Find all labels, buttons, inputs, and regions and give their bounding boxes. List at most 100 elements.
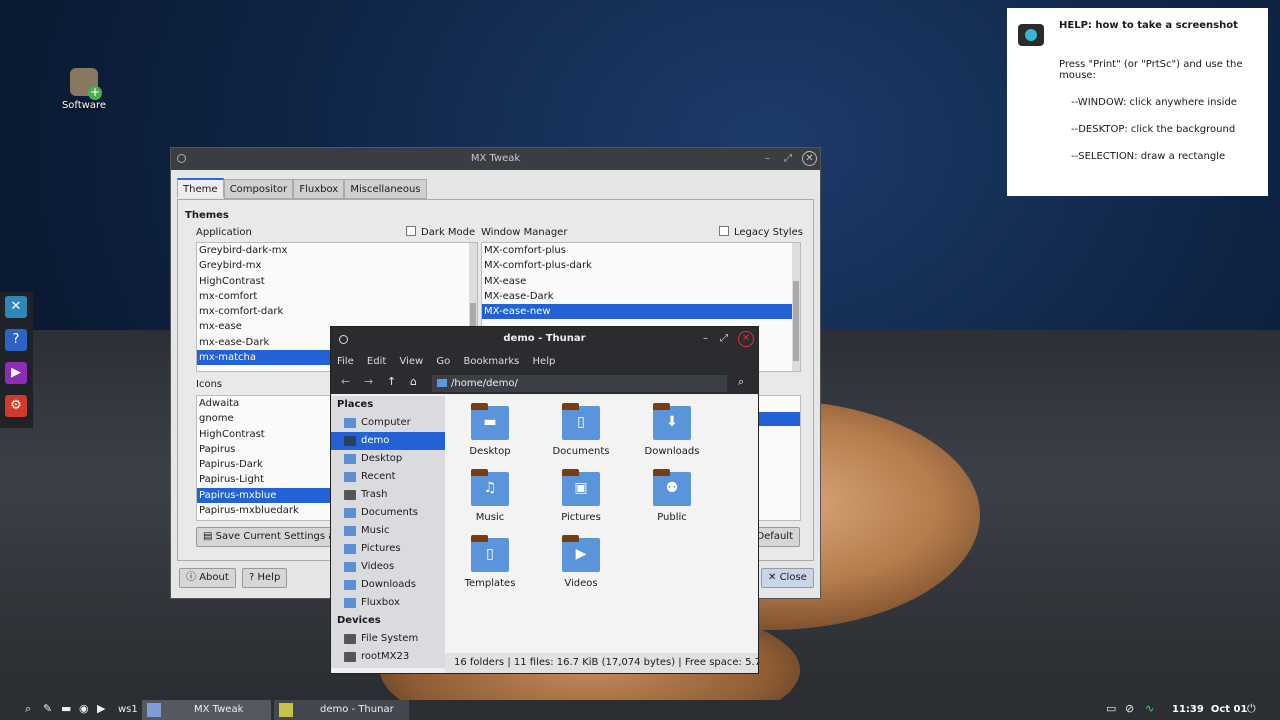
sidebar-item-rootmx23[interactable]: rootMX23	[331, 648, 445, 666]
sidebar-item-pictures[interactable]: Pictures	[331, 540, 445, 558]
media-icon[interactable]: ▶	[5, 362, 27, 384]
folder-music[interactable]: ♫ Music	[450, 469, 530, 523]
location-bar[interactable]: /home/demo/	[432, 375, 727, 392]
list-item[interactable]: MX-ease-Dark	[482, 289, 800, 304]
folder-icon: ▬	[471, 403, 509, 440]
list-item[interactable]: HighContrast	[197, 274, 477, 289]
sidebar-item-file-system[interactable]: File System	[331, 630, 445, 648]
help-icon[interactable]: ?	[5, 329, 27, 351]
folder-icon[interactable]: ▬	[61, 702, 71, 715]
maximize-icon[interactable]: ⤢	[720, 327, 728, 351]
task-thunar[interactable]: demo - Thunar	[274, 700, 409, 720]
folder-pictures[interactable]: ▣ Pictures	[541, 469, 621, 523]
tab-compositor[interactable]: Compositor	[223, 179, 294, 199]
help-button[interactable]: ? Help	[242, 568, 288, 588]
clock[interactable]: 11:39 Oct 01	[1172, 700, 1247, 720]
about-label: About	[199, 572, 229, 583]
folder-videos[interactable]: ▶ Videos	[541, 535, 621, 589]
folder-public[interactable]: ⚉ Public	[632, 469, 712, 523]
window-menu-icon[interactable]	[177, 154, 186, 163]
devices-heading: Devices	[337, 615, 381, 626]
about-button[interactable]: ⓘ About	[179, 568, 236, 588]
scrollbar[interactable]	[792, 243, 800, 371]
sidebar-item-music[interactable]: Music	[331, 522, 445, 540]
minimize-icon[interactable]: –	[765, 148, 770, 170]
folder-desktop[interactable]: ▬ Desktop	[450, 403, 530, 457]
search-icon[interactable]: ⌕	[738, 375, 744, 389]
menu-file[interactable]: File	[337, 356, 354, 367]
taskbar: ⌕ ✎ ▬ ◉ ▶ ws1 MX Tweak demo - Thunar ▭ ⊘…	[0, 700, 1280, 720]
sidebar-item-recent[interactable]: Recent	[331, 468, 445, 486]
menu-go[interactable]: Go	[436, 356, 450, 367]
list-item[interactable]: Greybird-mx	[197, 258, 477, 273]
sidebar-item-downloads[interactable]: Downloads	[331, 576, 445, 594]
clock-time: 11:39	[1172, 704, 1204, 715]
close-icon[interactable]: ✕	[738, 331, 754, 347]
power-icon[interactable]: ⏻	[1247, 702, 1256, 716]
folder-label: Pictures	[561, 512, 601, 523]
save-settings-button[interactable]: ▤ Save Current Settings as	[196, 527, 336, 547]
up-icon[interactable]: ↑	[387, 375, 396, 388]
task-label: demo - Thunar	[320, 704, 394, 715]
list-item[interactable]: MX-ease	[482, 274, 800, 289]
folder-label: Music	[475, 512, 505, 523]
paperclip-icon[interactable]: ⊘	[1125, 702, 1134, 715]
title-bar[interactable]: demo - Thunar – ⤢ ✕	[331, 327, 758, 351]
list-item[interactable]: mx-comfort-dark	[197, 304, 477, 319]
window-title: demo - Thunar	[503, 333, 586, 344]
task-mx-tweak[interactable]: MX Tweak	[142, 700, 271, 720]
sidebar-item-fluxbox[interactable]: Fluxbox	[331, 594, 445, 612]
minimize-icon[interactable]: –	[703, 327, 708, 351]
list-item[interactable]: MX-comfort-plus-dark	[482, 258, 800, 273]
close-button[interactable]: ✕ Close	[761, 568, 814, 588]
home-icon[interactable]: ⌂	[410, 375, 417, 388]
sidebar-item-computer[interactable]: Computer	[331, 414, 445, 432]
maximize-icon[interactable]: ⤢	[784, 148, 792, 170]
folder-icon: ♫	[471, 469, 509, 506]
help-line-desktop: --DESKTOP: click the background	[1071, 124, 1236, 135]
close-icon[interactable]: ✕	[802, 151, 817, 166]
close-label: Close	[779, 572, 807, 583]
menu-view[interactable]: View	[399, 356, 423, 367]
tab-miscellaneous[interactable]: Miscellaneous	[344, 179, 427, 199]
menu-bookmarks[interactable]: Bookmarks	[463, 356, 519, 367]
title-bar[interactable]: MX Tweak – ⤢ ✕	[171, 148, 820, 170]
menu-edit[interactable]: Edit	[367, 356, 386, 367]
list-item[interactable]: mx-comfort	[197, 289, 477, 304]
sidebar-item-videos[interactable]: Videos	[331, 558, 445, 576]
tools-icon[interactable]: ✕	[5, 296, 27, 318]
display-icon[interactable]: ▭	[1106, 702, 1116, 715]
menu-help[interactable]: Help	[533, 356, 556, 367]
globe-icon[interactable]: ◉	[79, 702, 89, 715]
legacy-styles-checkbox[interactable]: Legacy Styles	[719, 226, 803, 238]
file-view: ▬ Desktop ▯ Documents ⬇ Downloads ♫ Music ▣ P…	[445, 396, 758, 653]
back-icon[interactable]: ←	[341, 375, 350, 388]
dark-mode-checkbox[interactable]: Dark Mode	[406, 226, 475, 238]
mx-tweak-icon	[147, 703, 161, 717]
list-item[interactable]: MX-comfort-plus	[482, 243, 800, 258]
sidebar-item-documents[interactable]: Documents	[331, 504, 445, 522]
folder-documents[interactable]: ▯ Documents	[541, 403, 621, 457]
legacy-styles-label: Legacy Styles	[734, 227, 803, 238]
list-item-selected[interactable]: MX-ease-new	[482, 304, 792, 320]
dark-mode-label: Dark Mode	[421, 227, 476, 238]
window-menu-icon[interactable]	[339, 335, 348, 344]
default-label: Default	[756, 531, 793, 542]
folder-templates[interactable]: ▯ Templates	[450, 535, 530, 589]
search-icon[interactable]: ⌕	[25, 702, 31, 716]
tab-theme[interactable]: Theme	[177, 178, 224, 198]
desktop-icon-software[interactable]: Software	[56, 68, 112, 111]
workspace-label[interactable]: ws1	[118, 704, 138, 715]
tab-fluxbox[interactable]: Fluxbox	[293, 179, 345, 199]
network-activity-icon[interactable]: ∿	[1145, 702, 1154, 715]
folder-downloads[interactable]: ⬇ Downloads	[632, 403, 712, 457]
sidebar-item-trash[interactable]: Trash	[331, 486, 445, 504]
sidebar-item-desktop[interactable]: Desktop	[331, 450, 445, 468]
play-icon[interactable]: ▶	[97, 702, 105, 715]
help-intro: Press "Print" (or "PrtSc") and use the m…	[1059, 59, 1243, 81]
list-item[interactable]: Greybird-dark-mx	[197, 243, 477, 258]
settings-icon[interactable]: ⚙	[5, 395, 27, 417]
forward-icon[interactable]: →	[364, 375, 373, 388]
wrench-icon[interactable]: ✎	[43, 702, 52, 715]
sidebar-item-demo[interactable]: demo	[331, 432, 445, 450]
